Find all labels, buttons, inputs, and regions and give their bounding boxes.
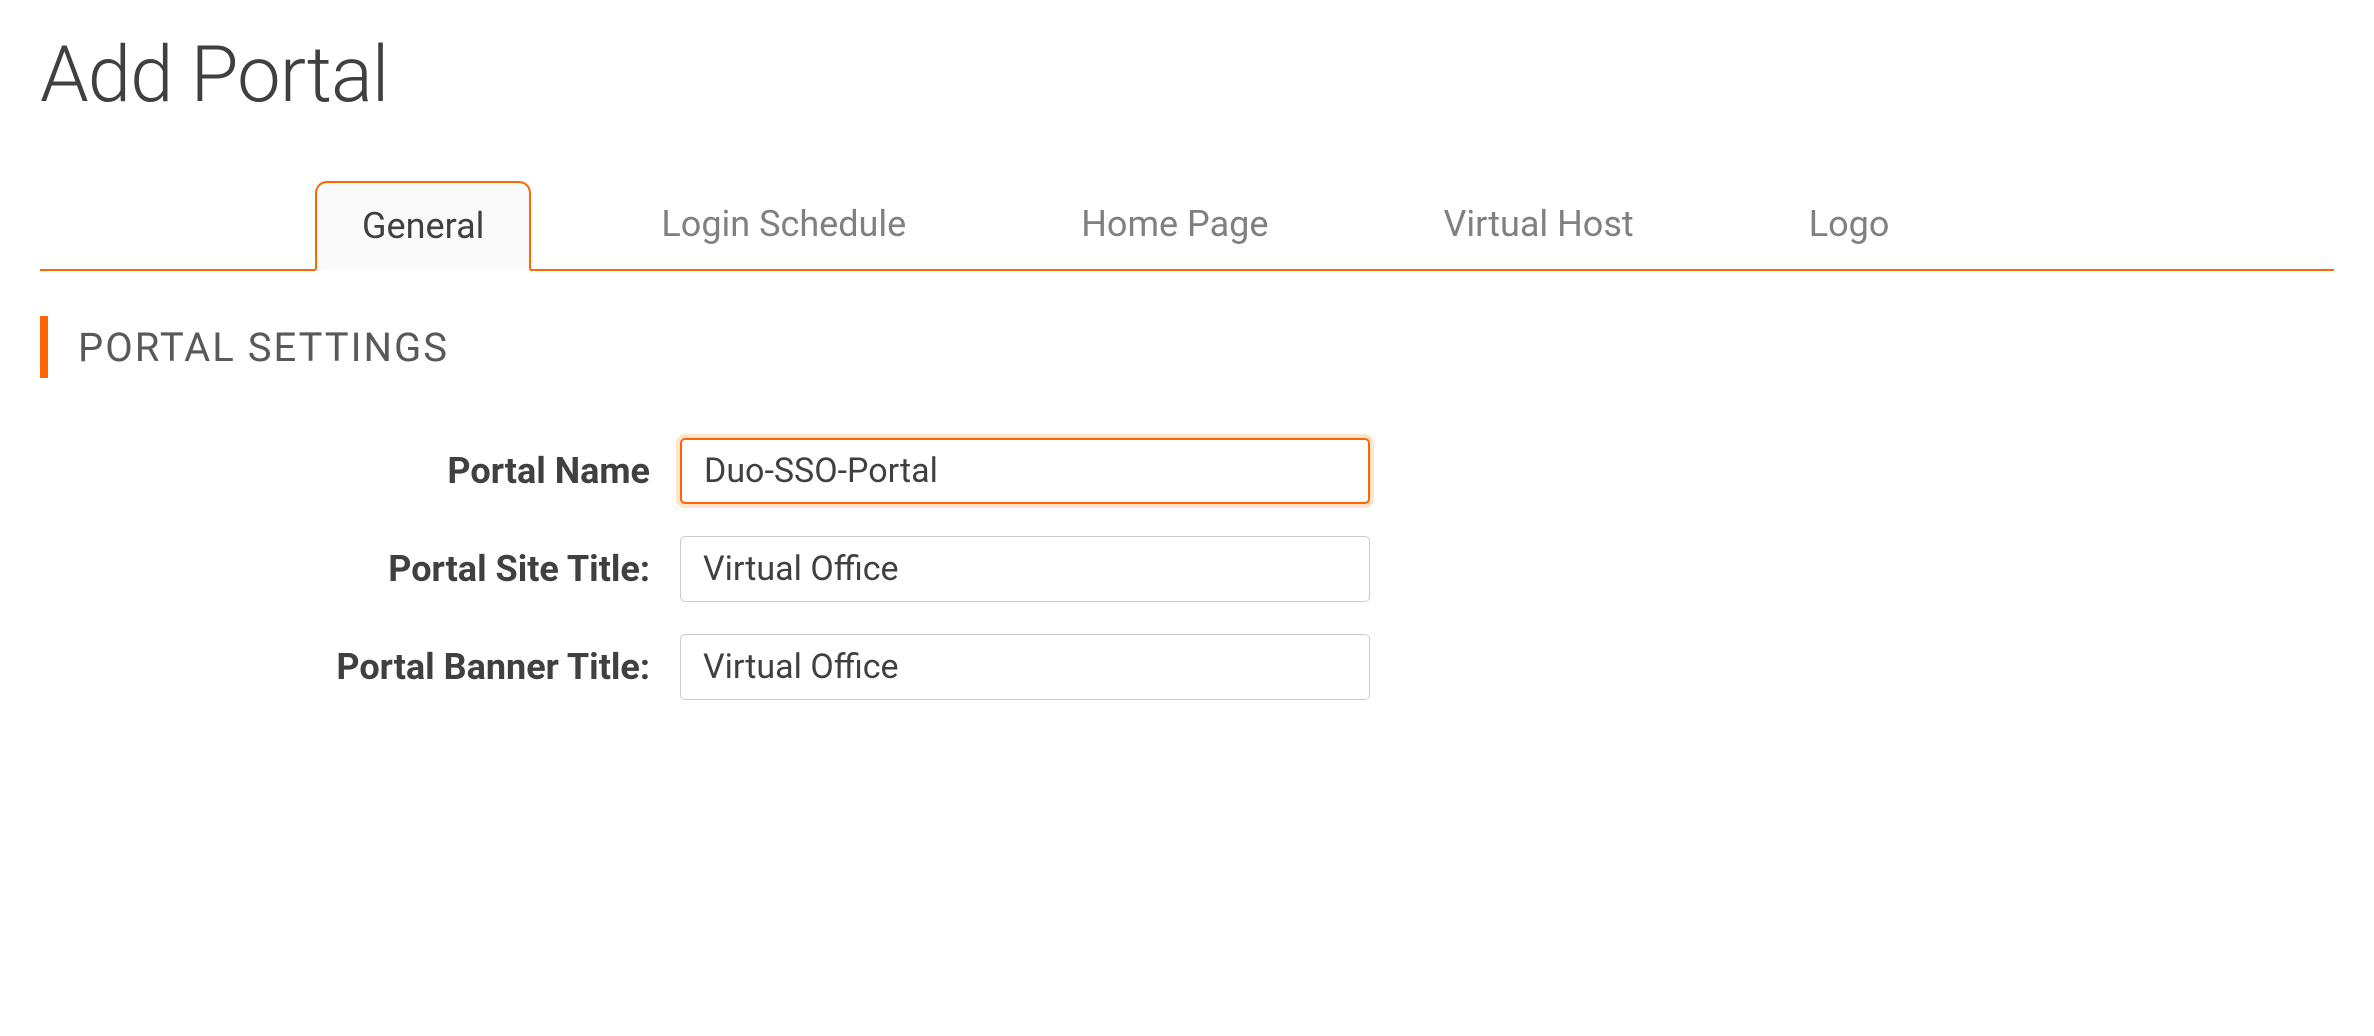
- portal-name-input[interactable]: [680, 438, 1370, 504]
- page-title: Add Portal: [40, 30, 2334, 121]
- portal-site-title-input[interactable]: [680, 536, 1370, 602]
- portal-banner-title-input[interactable]: [680, 634, 1370, 700]
- tab-virtual-host[interactable]: Virtual Host: [1398, 181, 1678, 269]
- form-row-portal-site-title: Portal Site Title:: [40, 536, 2334, 602]
- tab-general[interactable]: General: [315, 181, 531, 271]
- tab-logo[interactable]: Logo: [1764, 181, 1935, 269]
- portal-banner-title-label: Portal Banner Title:: [40, 646, 680, 688]
- section-header: PORTAL SETTINGS: [40, 316, 2334, 378]
- portal-name-label: Portal Name: [40, 450, 680, 492]
- tab-login-schedule[interactable]: Login Schedule: [616, 181, 951, 269]
- form-row-portal-banner-title: Portal Banner Title:: [40, 634, 2334, 700]
- section-title: PORTAL SETTINGS: [78, 324, 449, 371]
- section-marker: [40, 316, 48, 378]
- form-row-portal-name: Portal Name: [40, 438, 2334, 504]
- tab-home-page[interactable]: Home Page: [1036, 181, 1313, 269]
- portal-site-title-label: Portal Site Title:: [40, 548, 680, 590]
- tabs-container: General Login Schedule Home Page Virtual…: [40, 181, 2334, 271]
